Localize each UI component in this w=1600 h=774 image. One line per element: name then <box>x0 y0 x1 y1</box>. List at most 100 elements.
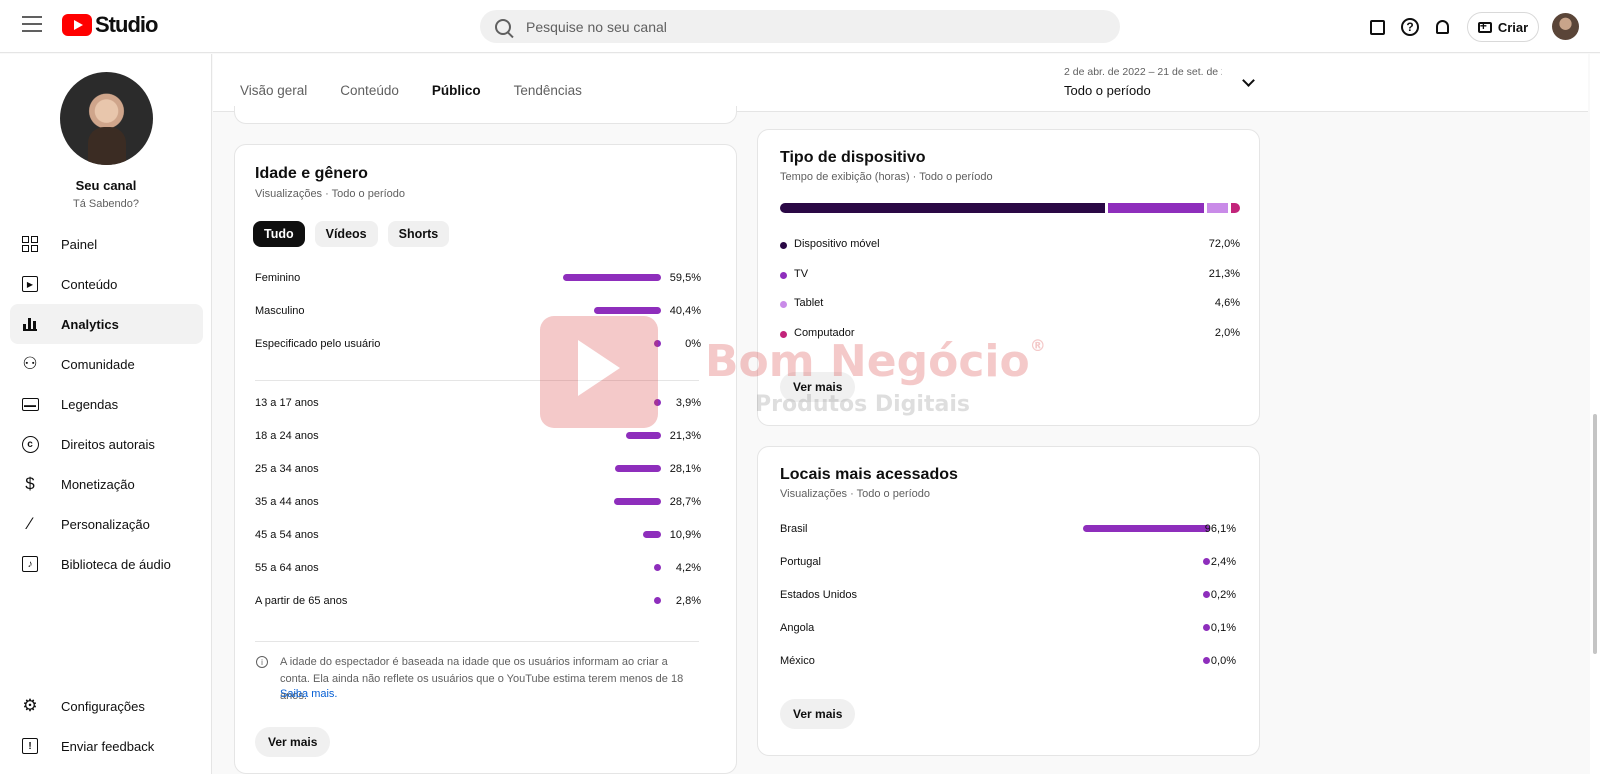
chip-shorts[interactable]: Shorts <box>387 221 450 247</box>
row-bar <box>562 274 661 281</box>
comments-icon[interactable] <box>1367 17 1387 37</box>
page-scrollbar[interactable] <box>1590 54 1600 774</box>
sidebar-item-enviar-feedback[interactable]: ! Enviar feedback <box>10 726 203 766</box>
search-input[interactable] <box>526 18 1086 35</box>
learn-more-link[interactable]: Saiba mais. <box>280 688 337 700</box>
table-row: Especificado pelo usuário 0% <box>255 335 701 355</box>
sidebar-item-comunidade[interactable]: ⚇ Comunidade <box>10 344 203 384</box>
magic-wand-icon: ⁄ <box>28 514 32 533</box>
row-label: 25 a 34 anos <box>255 463 319 475</box>
table-row: Angola 0,1% <box>780 619 1236 639</box>
row-label: México <box>780 655 815 667</box>
studio-logo[interactable]: Studio <box>62 12 158 38</box>
row-bar <box>1203 657 1210 664</box>
table-row: 35 a 44 anos 28,7% <box>255 493 701 513</box>
menu-icon[interactable] <box>22 16 42 36</box>
create-label: Criar <box>1497 19 1529 35</box>
legend-value: 2,0% <box>1214 326 1240 339</box>
divider <box>255 641 699 642</box>
row-value: 0,1% <box>1210 622 1236 634</box>
sidebar-item-label: Comunidade <box>61 356 135 372</box>
content-icon: ▶ <box>21 275 39 293</box>
create-button[interactable]: Criar <box>1467 12 1539 42</box>
row-bar <box>654 597 661 604</box>
analytics-icon <box>21 315 39 333</box>
channel-avatar[interactable] <box>60 72 153 165</box>
feedback-icon: ! <box>21 737 39 755</box>
sidebar-item-configuracoes[interactable]: ⚙ Configurações <box>10 686 203 726</box>
help-icon[interactable]: ? <box>1400 17 1420 37</box>
table-row: 18 a 24 anos 21,3% <box>255 427 701 447</box>
dollar-icon: $ <box>25 474 35 493</box>
row-bar <box>614 465 661 472</box>
row-label: A partir de 65 anos <box>255 595 348 607</box>
device-bar-segment <box>780 203 1105 213</box>
sidebar-item-label: Biblioteca de áudio <box>61 556 171 572</box>
row-label: Especificado pelo usuário <box>255 338 381 350</box>
row-value: 21,3% <box>669 430 701 442</box>
row-value: 10,9% <box>669 529 701 541</box>
device-type-card: Tipo de dispositivo Tempo de exibição (h… <box>757 129 1260 426</box>
row-label: Portugal <box>780 556 821 568</box>
scrollbar-thumb[interactable] <box>1593 414 1597 654</box>
row-label: 18 a 24 anos <box>255 430 319 442</box>
gear-icon: ⚙ <box>22 696 38 715</box>
create-video-icon <box>1477 19 1492 33</box>
sidebar-item-label: Conteúdo <box>61 276 118 292</box>
table-row: Portugal 2,4% <box>780 553 1236 573</box>
see-more-button[interactable]: Ver mais <box>780 699 856 729</box>
table-row: 13 a 17 anos 3,9% <box>255 394 701 414</box>
row-value: 2,8% <box>675 595 701 607</box>
sidebar-item-personalizacao[interactable]: ⁄ Personalização <box>10 504 203 544</box>
see-more-button[interactable]: Ver mais <box>780 372 856 402</box>
row-value: 2,4% <box>1210 556 1236 568</box>
sidebar-item-painel[interactable]: Painel <box>10 224 203 264</box>
legend-row: Dispositivo móvel 72,0% <box>780 236 1240 254</box>
row-bar <box>594 307 661 314</box>
row-bar <box>654 340 661 347</box>
account-avatar[interactable] <box>1552 13 1579 40</box>
age-gender-subtitle: Visualizações · Todo o período <box>255 188 406 200</box>
row-bar <box>625 432 661 439</box>
see-more-button[interactable]: Ver mais <box>255 727 331 757</box>
row-label: Estados Unidos <box>780 589 858 601</box>
sidebar-item-legendas[interactable]: ▬▬ Legendas <box>10 384 203 424</box>
table-row: A partir de 65 anos 2,8% <box>255 592 701 612</box>
row-label: Feminino <box>255 272 301 284</box>
search-bar[interactable] <box>480 10 1120 43</box>
period-selector[interactable]: 2 de abr. de 2022 – 21 de set. de 2022 T… <box>1064 66 1264 98</box>
row-label: Brasil <box>780 523 808 535</box>
legend-value: 72,0% <box>1208 238 1240 250</box>
chip-videos[interactable]: Vídeos <box>314 221 378 247</box>
age-gender-title: Idade e gênero <box>255 165 368 182</box>
search-icon[interactable] <box>495 18 511 35</box>
sidebar-item-biblioteca-de-audio[interactable]: ♪ Biblioteca de áudio <box>10 544 203 584</box>
row-value: 40,4% <box>669 305 701 317</box>
community-icon: ⚇ <box>22 354 38 373</box>
top-header: Studio ? Criar <box>0 0 1600 53</box>
chip-tudo[interactable]: Tudo <box>253 221 305 247</box>
device-bar-segment <box>1206 203 1228 213</box>
locations-title: Locais mais acessados <box>780 466 958 483</box>
legend-label: Dispositivo móvel <box>794 238 880 250</box>
sidebar-item-analytics[interactable]: Analytics <box>10 304 203 344</box>
sidebar-item-direitos-autorais[interactable]: c Direitos autorais <box>10 424 203 464</box>
logo-text: Studio <box>95 12 158 37</box>
row-value: 28,7% <box>669 496 701 508</box>
age-info-text: A idade do espectador é baseada na idade… <box>280 656 684 702</box>
notifications-icon[interactable] <box>1432 17 1452 37</box>
row-value: 59,5% <box>669 272 701 284</box>
subtitles-icon: ▬▬ <box>21 395 39 413</box>
sidebar-item-label: Analytics <box>61 316 119 332</box>
sidebar-item-monetizacao[interactable]: $ Monetização <box>10 464 203 504</box>
sidebar-item-conteudo[interactable]: ▶ Conteúdo <box>10 264 203 304</box>
row-bar <box>654 399 661 406</box>
row-label: 13 a 17 anos <box>255 397 319 409</box>
row-bar <box>654 564 661 571</box>
sidebar-item-label: Painel <box>61 236 98 252</box>
legend-dot <box>780 271 787 279</box>
legend-label: Computador <box>794 326 855 339</box>
legend-dot <box>780 330 787 338</box>
row-bar <box>1083 525 1210 532</box>
audio-library-icon: ♪ <box>21 555 39 573</box>
